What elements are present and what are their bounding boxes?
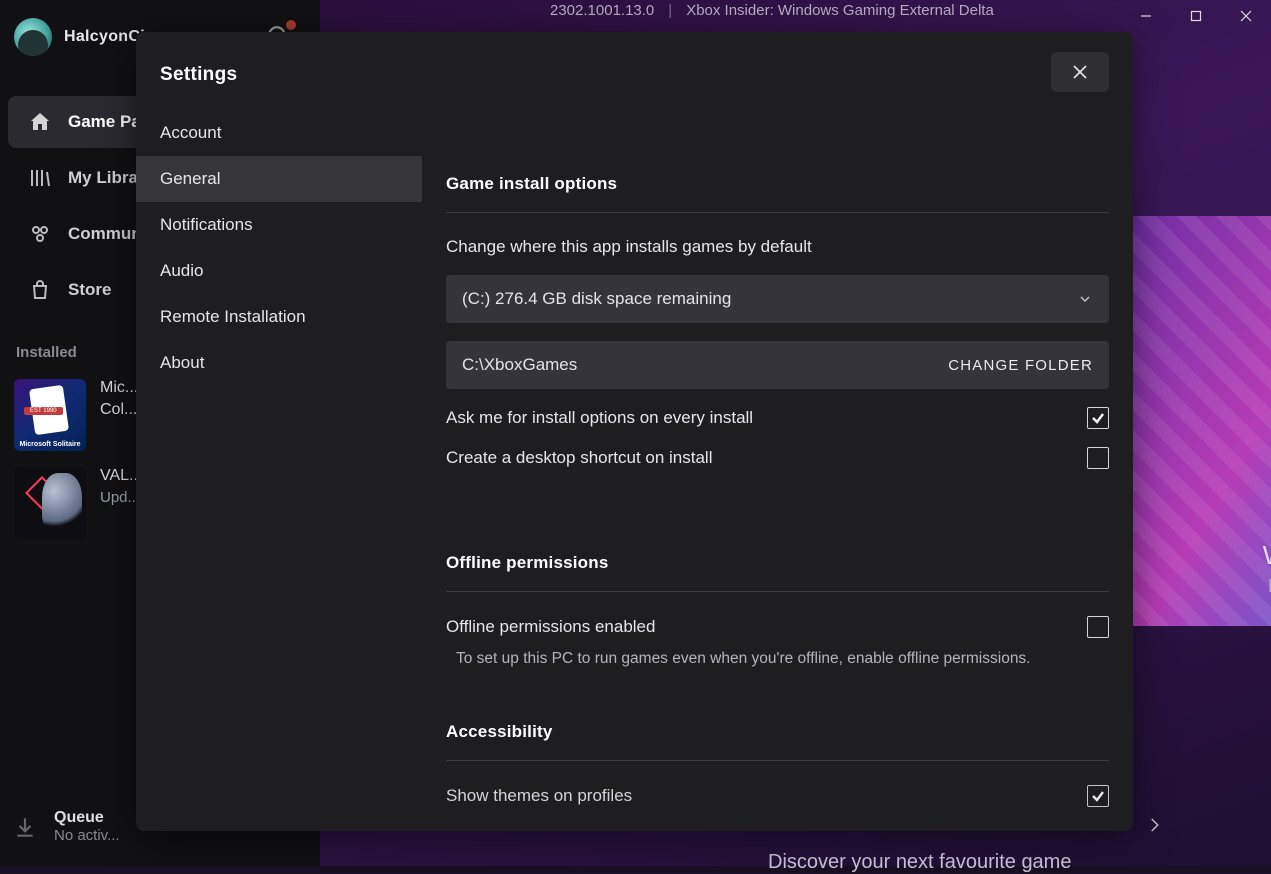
settings-content: Game install options Change where this a… [422,32,1133,831]
change-folder-button[interactable]: CHANGE FOLDER [948,357,1093,374]
ask-every-label: Ask me for install options on every inst… [446,408,753,428]
check-icon [1091,789,1105,803]
section-heading: Accessibility [446,722,1109,761]
settings-nav-notifications[interactable]: Notifications [136,202,422,248]
show-themes-label: Show themes on profiles [446,786,632,806]
settings-nav-general[interactable]: General [136,156,422,202]
settings-nav-about[interactable]: About [136,340,422,386]
settings-nav-remote[interactable]: Remote Installation [136,294,422,340]
drive-select-value: (C:) 276.4 GB disk space remaining [462,289,731,309]
section-offline: Offline permissions Offline permissions … [446,553,1109,668]
settings-modal: Settings Account General Notifications A… [136,32,1133,831]
change-where-label: Change where this app installs games by … [446,237,1109,257]
offline-enabled-row[interactable]: Offline permissions enabled [446,616,1109,638]
settings-title: Settings [136,56,422,110]
create-shortcut-checkbox[interactable] [1087,447,1109,469]
create-shortcut-label: Create a desktop shortcut on install [446,448,712,468]
offline-help-text: To set up this PC to run games even when… [446,650,1109,668]
section-accessibility: Accessibility Show themes on profiles [446,722,1109,807]
create-shortcut-row[interactable]: Create a desktop shortcut on install [446,447,1109,469]
chevron-down-icon [1077,291,1093,307]
ask-every-install-row[interactable]: Ask me for install options on every inst… [446,407,1109,429]
drive-select[interactable]: (C:) 276.4 GB disk space remaining [446,275,1109,323]
ask-every-checkbox[interactable] [1087,407,1109,429]
folder-path: C:\XboxGames [462,355,577,375]
check-icon [1091,411,1105,425]
install-folder-row: C:\XboxGames CHANGE FOLDER [446,341,1109,389]
section-heading: Offline permissions [446,553,1109,592]
show-themes-checkbox[interactable] [1087,785,1109,807]
settings-nav-account[interactable]: Account [136,110,422,156]
settings-nav-audio[interactable]: Audio [136,248,422,294]
settings-sidebar: Settings Account General Notifications A… [136,32,422,831]
close-icon [1073,65,1087,79]
offline-enabled-checkbox[interactable] [1087,616,1109,638]
modal-overlay: Settings Account General Notifications A… [0,0,1271,866]
offline-enabled-label: Offline permissions enabled [446,617,655,637]
show-themes-row[interactable]: Show themes on profiles [446,785,1109,807]
section-heading: Game install options [446,174,1109,213]
section-install-options: Game install options Change where this a… [446,174,1109,469]
close-button[interactable] [1051,52,1109,92]
